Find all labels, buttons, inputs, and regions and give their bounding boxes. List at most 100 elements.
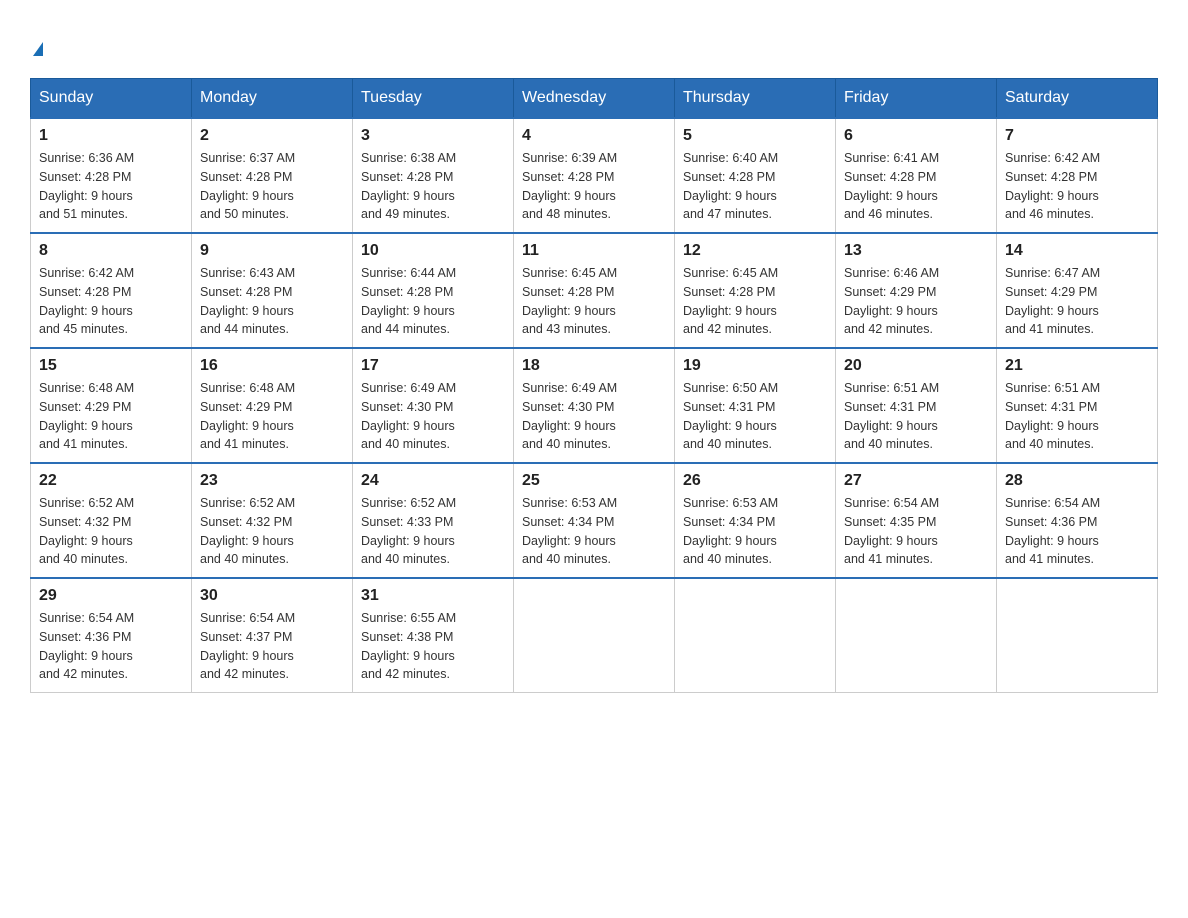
day-number: 1 [39,127,183,145]
calendar-cell: 3 Sunrise: 6:38 AM Sunset: 4:28 PM Dayli… [353,118,514,233]
page-header [20,20,1168,58]
day-info: Sunrise: 6:40 AM Sunset: 4:28 PM Dayligh… [683,149,827,224]
calendar-cell: 31 Sunrise: 6:55 AM Sunset: 4:38 PM Dayl… [353,578,514,693]
day-number: 17 [361,357,505,375]
weekday-header-row: SundayMondayTuesdayWednesdayThursdayFrid… [31,79,1158,119]
day-number: 15 [39,357,183,375]
day-number: 13 [844,242,988,260]
calendar-cell: 15 Sunrise: 6:48 AM Sunset: 4:29 PM Dayl… [31,348,192,463]
calendar-cell: 29 Sunrise: 6:54 AM Sunset: 4:36 PM Dayl… [31,578,192,693]
day-number: 12 [683,242,827,260]
calendar-week-2: 8 Sunrise: 6:42 AM Sunset: 4:28 PM Dayli… [31,233,1158,348]
day-info: Sunrise: 6:52 AM Sunset: 4:32 PM Dayligh… [200,494,344,569]
day-info: Sunrise: 6:51 AM Sunset: 4:31 PM Dayligh… [844,379,988,454]
logo-triangle-icon [33,42,43,56]
calendar-cell: 18 Sunrise: 6:49 AM Sunset: 4:30 PM Dayl… [514,348,675,463]
calendar-week-1: 1 Sunrise: 6:36 AM Sunset: 4:28 PM Dayli… [31,118,1158,233]
day-info: Sunrise: 6:42 AM Sunset: 4:28 PM Dayligh… [1005,149,1149,224]
calendar-cell: 10 Sunrise: 6:44 AM Sunset: 4:28 PM Dayl… [353,233,514,348]
calendar-cell: 26 Sunrise: 6:53 AM Sunset: 4:34 PM Dayl… [675,463,836,578]
day-info: Sunrise: 6:53 AM Sunset: 4:34 PM Dayligh… [522,494,666,569]
day-info: Sunrise: 6:54 AM Sunset: 4:35 PM Dayligh… [844,494,988,569]
calendar-cell [997,578,1158,693]
calendar-cell: 6 Sunrise: 6:41 AM Sunset: 4:28 PM Dayli… [836,118,997,233]
day-number: 7 [1005,127,1149,145]
day-number: 22 [39,472,183,490]
day-info: Sunrise: 6:42 AM Sunset: 4:28 PM Dayligh… [39,264,183,339]
day-number: 30 [200,587,344,605]
day-number: 10 [361,242,505,260]
day-info: Sunrise: 6:49 AM Sunset: 4:30 PM Dayligh… [522,379,666,454]
calendar-cell: 17 Sunrise: 6:49 AM Sunset: 4:30 PM Dayl… [353,348,514,463]
calendar-cell: 27 Sunrise: 6:54 AM Sunset: 4:35 PM Dayl… [836,463,997,578]
day-number: 18 [522,357,666,375]
day-number: 14 [1005,242,1149,260]
day-info: Sunrise: 6:54 AM Sunset: 4:37 PM Dayligh… [200,609,344,684]
day-number: 4 [522,127,666,145]
day-number: 6 [844,127,988,145]
day-number: 8 [39,242,183,260]
day-info: Sunrise: 6:49 AM Sunset: 4:30 PM Dayligh… [361,379,505,454]
weekday-header-saturday: Saturday [997,79,1158,119]
calendar-cell [836,578,997,693]
day-number: 27 [844,472,988,490]
day-info: Sunrise: 6:52 AM Sunset: 4:33 PM Dayligh… [361,494,505,569]
calendar-cell: 9 Sunrise: 6:43 AM Sunset: 4:28 PM Dayli… [192,233,353,348]
day-info: Sunrise: 6:48 AM Sunset: 4:29 PM Dayligh… [39,379,183,454]
calendar-cell: 7 Sunrise: 6:42 AM Sunset: 4:28 PM Dayli… [997,118,1158,233]
calendar-cell: 12 Sunrise: 6:45 AM Sunset: 4:28 PM Dayl… [675,233,836,348]
calendar-cell: 16 Sunrise: 6:48 AM Sunset: 4:29 PM Dayl… [192,348,353,463]
calendar-table: SundayMondayTuesdayWednesdayThursdayFrid… [30,78,1158,693]
day-info: Sunrise: 6:41 AM Sunset: 4:28 PM Dayligh… [844,149,988,224]
calendar-cell: 1 Sunrise: 6:36 AM Sunset: 4:28 PM Dayli… [31,118,192,233]
day-number: 23 [200,472,344,490]
day-info: Sunrise: 6:51 AM Sunset: 4:31 PM Dayligh… [1005,379,1149,454]
day-info: Sunrise: 6:46 AM Sunset: 4:29 PM Dayligh… [844,264,988,339]
calendar-cell: 21 Sunrise: 6:51 AM Sunset: 4:31 PM Dayl… [997,348,1158,463]
weekday-header-thursday: Thursday [675,79,836,119]
calendar-cell: 8 Sunrise: 6:42 AM Sunset: 4:28 PM Dayli… [31,233,192,348]
day-number: 25 [522,472,666,490]
day-info: Sunrise: 6:50 AM Sunset: 4:31 PM Dayligh… [683,379,827,454]
day-info: Sunrise: 6:38 AM Sunset: 4:28 PM Dayligh… [361,149,505,224]
calendar-cell: 13 Sunrise: 6:46 AM Sunset: 4:29 PM Dayl… [836,233,997,348]
day-info: Sunrise: 6:43 AM Sunset: 4:28 PM Dayligh… [200,264,344,339]
weekday-header-sunday: Sunday [31,79,192,119]
day-info: Sunrise: 6:44 AM Sunset: 4:28 PM Dayligh… [361,264,505,339]
day-info: Sunrise: 6:52 AM Sunset: 4:32 PM Dayligh… [39,494,183,569]
calendar-cell: 25 Sunrise: 6:53 AM Sunset: 4:34 PM Dayl… [514,463,675,578]
weekday-header-wednesday: Wednesday [514,79,675,119]
calendar-week-3: 15 Sunrise: 6:48 AM Sunset: 4:29 PM Dayl… [31,348,1158,463]
calendar-cell: 24 Sunrise: 6:52 AM Sunset: 4:33 PM Dayl… [353,463,514,578]
day-number: 24 [361,472,505,490]
logo-top [30,30,43,58]
day-info: Sunrise: 6:48 AM Sunset: 4:29 PM Dayligh… [200,379,344,454]
calendar-cell: 5 Sunrise: 6:40 AM Sunset: 4:28 PM Dayli… [675,118,836,233]
calendar-cell: 28 Sunrise: 6:54 AM Sunset: 4:36 PM Dayl… [997,463,1158,578]
day-info: Sunrise: 6:37 AM Sunset: 4:28 PM Dayligh… [200,149,344,224]
day-number: 26 [683,472,827,490]
calendar-cell: 19 Sunrise: 6:50 AM Sunset: 4:31 PM Dayl… [675,348,836,463]
day-number: 5 [683,127,827,145]
calendar-header: SundayMondayTuesdayWednesdayThursdayFrid… [31,79,1158,119]
calendar-cell: 11 Sunrise: 6:45 AM Sunset: 4:28 PM Dayl… [514,233,675,348]
day-number: 21 [1005,357,1149,375]
calendar-cell: 30 Sunrise: 6:54 AM Sunset: 4:37 PM Dayl… [192,578,353,693]
day-number: 28 [1005,472,1149,490]
day-number: 9 [200,242,344,260]
day-number: 20 [844,357,988,375]
day-number: 16 [200,357,344,375]
day-info: Sunrise: 6:54 AM Sunset: 4:36 PM Dayligh… [39,609,183,684]
day-number: 19 [683,357,827,375]
day-number: 31 [361,587,505,605]
day-info: Sunrise: 6:36 AM Sunset: 4:28 PM Dayligh… [39,149,183,224]
calendar-cell [675,578,836,693]
day-number: 2 [200,127,344,145]
day-info: Sunrise: 6:55 AM Sunset: 4:38 PM Dayligh… [361,609,505,684]
calendar-cell: 20 Sunrise: 6:51 AM Sunset: 4:31 PM Dayl… [836,348,997,463]
calendar-week-4: 22 Sunrise: 6:52 AM Sunset: 4:32 PM Dayl… [31,463,1158,578]
day-info: Sunrise: 6:45 AM Sunset: 4:28 PM Dayligh… [522,264,666,339]
calendar-cell: 2 Sunrise: 6:37 AM Sunset: 4:28 PM Dayli… [192,118,353,233]
calendar-cell: 14 Sunrise: 6:47 AM Sunset: 4:29 PM Dayl… [997,233,1158,348]
calendar-body: 1 Sunrise: 6:36 AM Sunset: 4:28 PM Dayli… [31,118,1158,693]
